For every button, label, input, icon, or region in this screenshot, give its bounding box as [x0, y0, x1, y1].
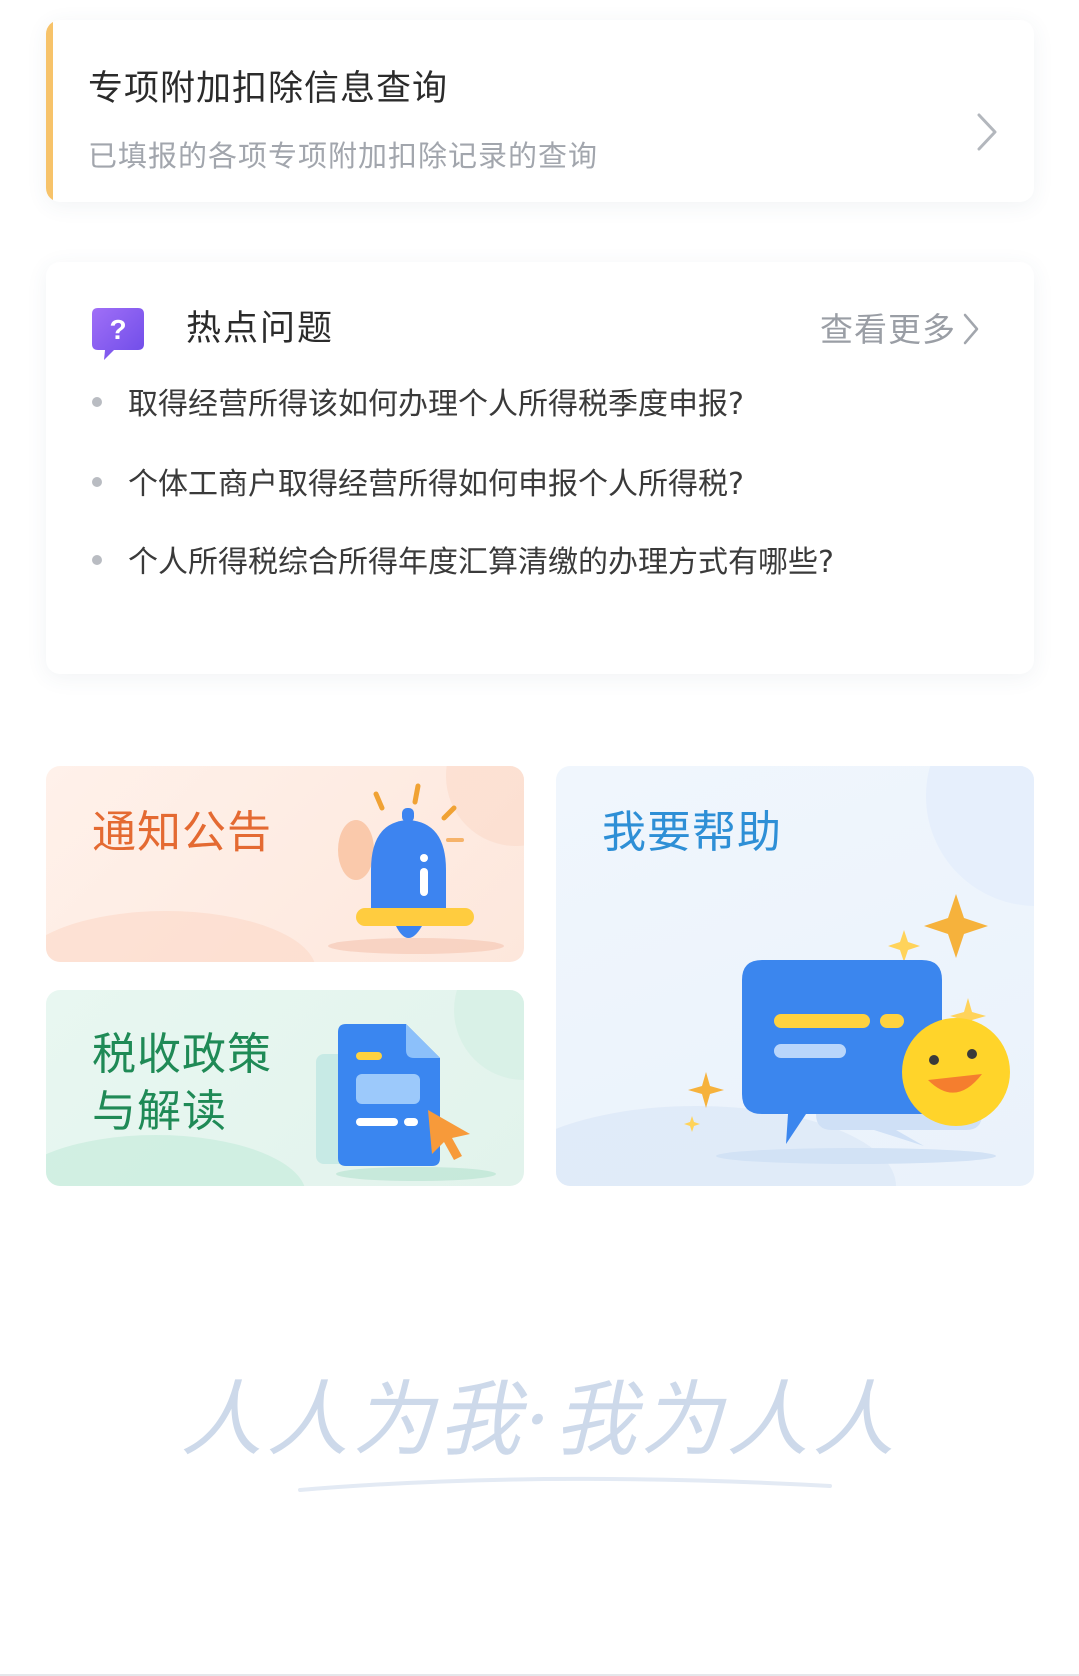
question-icon: ?: [92, 308, 144, 360]
bullet-dot: [92, 554, 102, 565]
faq-item[interactable]: 个体工商户取得经营所得如何申报个人所得税?: [92, 470, 744, 500]
chat-bubble-icon: [684, 894, 1010, 1164]
tax-policy-line1: 税收政策: [92, 1029, 272, 1080]
deduction-subtitle: 已填报的各项专项附加扣除记录的查询: [88, 139, 599, 173]
hot-questions-card: ? 热点问题 查看更多 取得经营所得该如何办理个人所得税季度申报? 个体工商户取…: [46, 262, 1034, 674]
slogan-watermark: 人人为我·我为人人: [0, 1370, 1079, 1520]
slogan-underline: [298, 1476, 832, 1492]
notice-label: 通知公告: [92, 807, 272, 858]
faq-item[interactable]: 个人所得税综合所得年度汇算清缴的办理方式有哪些?: [92, 548, 834, 578]
document-icon: [316, 1024, 496, 1181]
svg-text:?: ?: [109, 314, 126, 345]
bell-icon: [328, 783, 504, 954]
faq-item[interactable]: 取得经营所得该如何办理个人所得税季度申报?: [92, 390, 744, 420]
bullet-dot: [92, 476, 102, 487]
faq-item-text: 个体工商户取得经营所得如何申报个人所得税?: [128, 467, 744, 502]
view-more-label: 查看更多: [820, 309, 956, 349]
bullet-dot: [92, 396, 102, 407]
tax-policy-label: 税收政策 与解读: [92, 1026, 272, 1140]
chevron-right-icon: [977, 113, 997, 151]
notice-tile[interactable]: 通知公告: [46, 766, 524, 962]
deduction-title: 专项附加扣除信息查询: [88, 69, 449, 109]
tax-policy-tile[interactable]: 税收政策 与解读: [46, 990, 524, 1186]
view-more-link[interactable]: 查看更多: [820, 312, 980, 346]
accent-bar: [46, 20, 53, 202]
help-tile[interactable]: 我要帮助: [556, 766, 1034, 1186]
deduction-query-card[interactable]: 专项附加扣除信息查询 已填报的各项专项附加扣除记录的查询: [46, 20, 1034, 202]
hot-questions-title: 热点问题: [186, 309, 335, 349]
tax-policy-line2: 与解读: [92, 1086, 227, 1138]
chevron-right-icon: [963, 313, 979, 345]
faq-item-text: 个人所得税综合所得年度汇算清缴的办理方式有哪些?: [128, 545, 834, 580]
faq-item-text: 取得经营所得该如何办理个人所得税季度申报?: [128, 387, 744, 422]
